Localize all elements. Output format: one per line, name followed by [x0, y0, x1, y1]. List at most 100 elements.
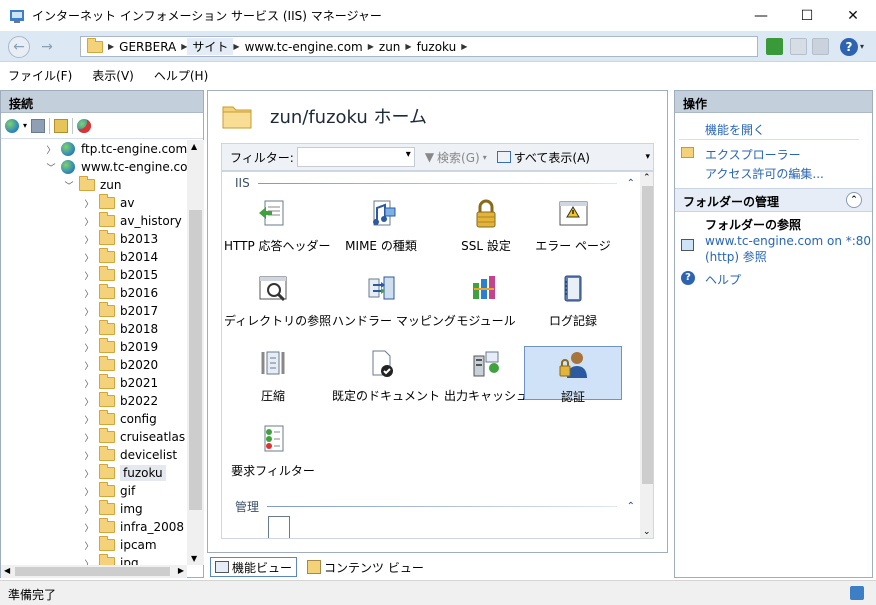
tree-node-infra-2008[interactable]: 〉 infra_2008 — [83, 518, 184, 536]
feature-mime-types[interactable]: MIME の種類 — [332, 196, 430, 253]
tree-node-b2013[interactable]: 〉 b2013 — [83, 230, 158, 248]
tree-node-config[interactable]: 〉 config — [83, 410, 157, 428]
breadcrumb-site[interactable]: www.tc-engine.com — [240, 40, 368, 54]
scroll-up-icon[interactable]: ⌃ — [643, 173, 651, 183]
chevron-right-icon[interactable]: 〉 — [83, 341, 95, 354]
help-dropdown-icon[interactable]: ▾ — [860, 38, 868, 55]
stop-icon[interactable] — [790, 38, 807, 55]
chevron-right-icon[interactable]: 〉 — [83, 323, 95, 336]
chevron-down-icon[interactable]: ﹀ — [63, 179, 75, 192]
edit-permissions-link[interactable]: アクセス許可の編集... — [705, 165, 824, 182]
tree-node-b2017[interactable]: 〉 b2017 — [83, 302, 158, 320]
tree-node-b2020[interactable]: 〉 b2020 — [83, 356, 158, 374]
feature-authentication[interactable]: 認証 — [524, 346, 622, 404]
collapse-icon[interactable]: ⌃ — [627, 501, 635, 512]
help-icon[interactable]: ? — [840, 38, 858, 56]
configuration-editor-icon[interactable] — [268, 516, 290, 538]
feature-error-pages[interactable]: エラー ページ — [524, 196, 622, 253]
open-feature-link[interactable]: 機能を開く — [705, 121, 765, 138]
refresh-icon[interactable] — [766, 38, 783, 55]
search-button[interactable]: ▼ 検索(G) ▾ — [425, 149, 487, 166]
chevron-down-icon[interactable]: ▾ — [23, 121, 27, 130]
chevron-right-icon[interactable]: 〉 — [83, 485, 95, 498]
tab-features-view[interactable]: 機能ビュー — [210, 557, 298, 577]
feature-handler-mappings[interactable]: ハンドラー マッピング — [332, 271, 456, 328]
chevron-right-icon[interactable]: 〉 — [83, 395, 95, 408]
minimize-button[interactable]: — — [738, 0, 784, 31]
chevron-right-icon[interactable]: 〉 — [83, 449, 95, 462]
feature-ssl-settings[interactable]: SSL 設定 — [437, 196, 535, 253]
save-icon[interactable] — [31, 118, 46, 133]
scroll-thumb[interactable] — [189, 210, 202, 510]
chevron-right-icon[interactable]: 〉 — [83, 215, 95, 228]
tree-node-ipcam[interactable]: 〉 ipcam — [83, 536, 157, 554]
feature-default-document[interactable]: 既定のドキュメント — [332, 346, 440, 403]
chevron-right-icon[interactable]: 〉 — [83, 359, 95, 372]
tree-horizontal-scrollbar[interactable]: ◀ ▶ — [1, 565, 187, 578]
tree-node-ftp-site[interactable]: 〉 ftp.tc-engine.com — [45, 140, 187, 158]
tree-node-jpg[interactable]: 〉 jpg — [83, 554, 139, 565]
chevron-right-icon[interactable]: 〉 — [83, 251, 95, 264]
scroll-thumb[interactable] — [642, 186, 653, 484]
tree-node-cruiseatlas[interactable]: 〉 cruiseatlas — [83, 428, 185, 446]
chevron-right-icon[interactable]: 〉 — [83, 269, 95, 282]
tree-node-b2022[interactable]: 〉 b2022 — [83, 392, 158, 410]
breadcrumb-gerbera[interactable]: GERBERA — [114, 40, 181, 54]
chevron-right-icon[interactable]: 〉 — [83, 539, 95, 552]
group-by-icon[interactable]: ▾ — [645, 152, 650, 162]
tree-node-av-history[interactable]: 〉 av_history — [83, 212, 182, 230]
feature-http-response-headers[interactable]: HTTP 応答ヘッダー — [224, 196, 331, 253]
browse-site-link-suffix[interactable]: (http) 参照 — [705, 248, 767, 265]
folder-management-header[interactable]: フォルダーの管理 ⌃ — [675, 188, 872, 212]
explore-link[interactable]: エクスプローラー — [705, 146, 801, 163]
scroll-down-icon[interactable]: ⌄ — [643, 527, 651, 537]
filter-input[interactable] — [296, 147, 415, 167]
show-all-button[interactable]: すべて表示(A) — [496, 149, 590, 166]
chevron-right-icon[interactable]: 〉 — [45, 143, 57, 156]
feature-logging[interactable]: ログ記録 — [524, 271, 622, 328]
chevron-right-icon[interactable]: 〉 — [83, 557, 95, 566]
feature-directory-browsing[interactable]: ディレクトリの参照 — [224, 271, 331, 328]
menu-file[interactable]: ファイル(F) — [8, 67, 72, 84]
feature-request-filtering[interactable]: 要求フィルター — [224, 421, 322, 478]
tree-node-av[interactable]: 〉 av — [83, 194, 134, 212]
tree-node-img[interactable]: 〉 img — [83, 500, 143, 518]
collapse-icon[interactable]: ⌃ — [627, 178, 635, 189]
chevron-right-icon[interactable]: 〉 — [83, 233, 95, 246]
chevron-right-icon[interactable]: 〉 — [83, 503, 95, 516]
up-level-icon[interactable] — [54, 118, 69, 133]
connect-icon[interactable] — [5, 118, 19, 133]
disconnect-icon[interactable] — [77, 118, 92, 133]
chevron-down-icon[interactable]: ﹀ — [45, 161, 57, 174]
breadcrumb-zun[interactable]: zun — [374, 40, 406, 54]
tree-node-b2021[interactable]: 〉 b2021 — [83, 374, 158, 392]
breadcrumb-fuzoku[interactable]: fuzoku — [412, 40, 462, 54]
group-header-management[interactable]: 管理 ⌃ — [235, 498, 635, 515]
tree-node-gif[interactable]: 〉 gif — [83, 482, 135, 500]
chevron-right-icon[interactable]: 〉 — [83, 377, 95, 390]
feature-compression[interactable]: 圧縮 — [224, 346, 322, 403]
chevron-right-icon[interactable]: 〉 — [83, 467, 95, 480]
tree-node-zun[interactable]: ﹀ zun — [63, 176, 122, 194]
tree-node-b2016[interactable]: 〉 b2016 — [83, 284, 158, 302]
group-header-iis[interactable]: IIS ⌃ — [235, 176, 635, 190]
address-bar[interactable]: ▶ GERBERA ▶ サイト ▶ www.tc-engine.com ▶ zu… — [80, 36, 758, 57]
tree-node-fuzoku[interactable]: 〉 fuzoku — [83, 464, 166, 482]
tree-vertical-scrollbar[interactable]: ▲ ▼ — [187, 140, 204, 565]
tree-node-b2018[interactable]: 〉 b2018 — [83, 320, 158, 338]
feature-output-caching[interactable]: 出力キャッシュ — [437, 346, 535, 403]
scroll-down-icon[interactable]: ▼ — [191, 554, 197, 563]
tree-node-devicelist[interactable]: 〉 devicelist — [83, 446, 177, 464]
chevron-right-icon[interactable]: 〉 — [83, 413, 95, 426]
tree-node-b2019[interactable]: 〉 b2019 — [83, 338, 158, 356]
browse-site-link[interactable]: www.tc-engine.com on *:80 — [705, 234, 871, 248]
chevron-right-icon[interactable]: 〉 — [83, 305, 95, 318]
back-button[interactable]: ← — [8, 36, 30, 58]
tab-content-view[interactable]: コンテンツ ビュー — [303, 557, 428, 577]
tree-node-b2014[interactable]: 〉 b2014 — [83, 248, 158, 266]
chevron-right-icon[interactable]: 〉 — [83, 287, 95, 300]
maximize-button[interactable]: ☐ — [784, 0, 830, 31]
menu-help[interactable]: ヘルプ(H) — [154, 67, 208, 84]
help-link[interactable]: ヘルプ — [705, 271, 741, 288]
home-icon[interactable] — [812, 38, 829, 55]
